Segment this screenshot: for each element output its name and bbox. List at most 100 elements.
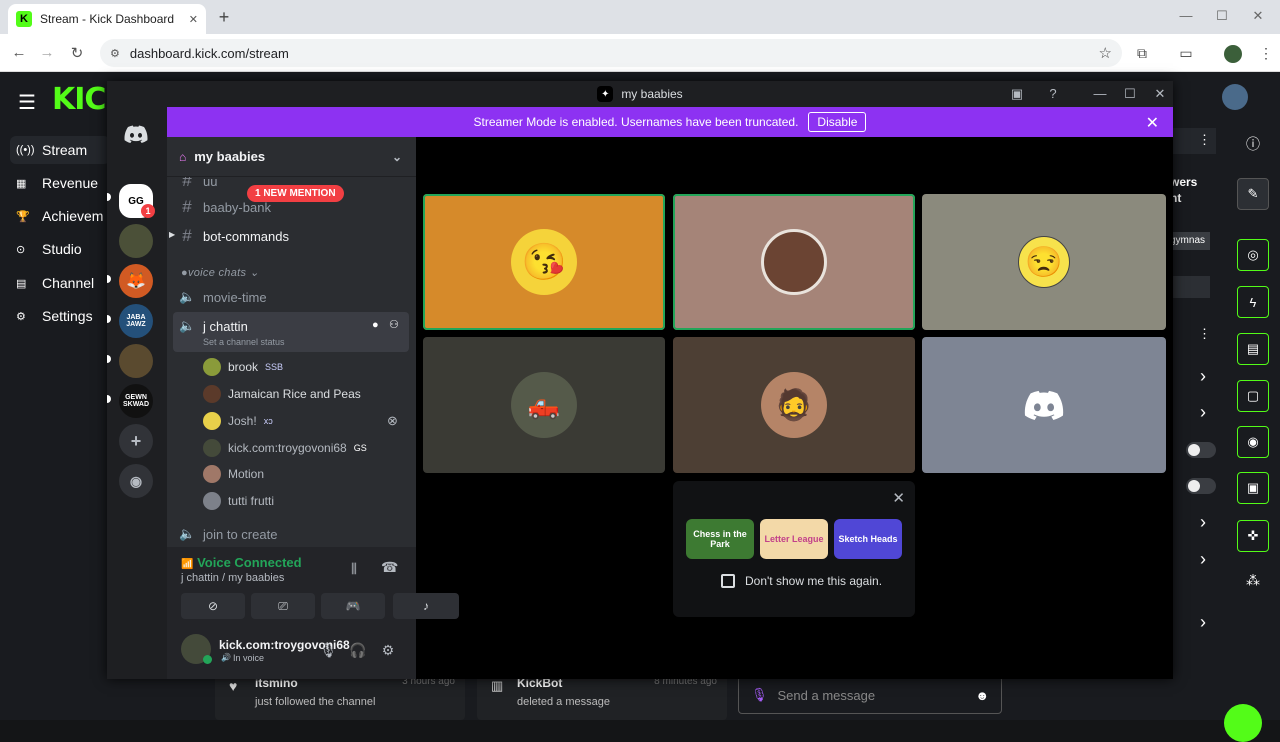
wrench-icon[interactable]: ✜ (1237, 520, 1269, 552)
voice-user[interactable]: kick.com:troygovoni68 GS (203, 437, 403, 459)
back-icon[interactable]: ← (10, 44, 28, 61)
activity-chess[interactable]: Chess in the Park (686, 519, 754, 559)
discord-home-icon[interactable] (119, 117, 153, 151)
chat-message-input[interactable]: 🎙 Send a message ☻ (738, 676, 1002, 714)
browser-tab[interactable]: K Stream - Kick Dashboard ✕ (8, 4, 206, 34)
chat-icon[interactable]: ▢ (1237, 380, 1269, 412)
kick-nav-item[interactable]: ⊙ Studio (10, 235, 110, 263)
soundboard-button[interactable]: ♪ (393, 593, 459, 619)
minimize-icon[interactable]: — (1092, 86, 1108, 101)
activity-letter-league[interactable]: Letter League (760, 519, 828, 559)
checkbox[interactable] (721, 574, 735, 588)
new-tab-button[interactable]: + (214, 7, 234, 28)
server-item[interactable]: JABA JAWZ (119, 304, 153, 338)
forward-icon[interactable]: → (38, 44, 56, 61)
community-icon[interactable]: ⁂ (1246, 572, 1260, 589)
emoji-icon[interactable]: ☻ (975, 688, 989, 703)
screen-share-button[interactable]: ⎚ (251, 593, 315, 619)
chevron-right-icon[interactable]: › (1200, 512, 1206, 533)
voice-user[interactable]: Jamaican Rice and Peas (203, 383, 403, 405)
server-item[interactable]: GEWN SKWAD (119, 384, 153, 418)
voice-user[interactable]: brook SSB (203, 356, 403, 378)
chevron-right-icon[interactable]: › (1200, 549, 1206, 570)
voice-user[interactable]: Josh! xɔ (203, 410, 403, 432)
camera-off-button[interactable]: ⊘ (181, 593, 245, 619)
window-close-icon[interactable]: ✕ (1248, 8, 1268, 24)
toggle-switch[interactable] (1186, 478, 1216, 494)
address-bar[interactable]: ⚙ dashboard.kick.com/stream ☆ (100, 39, 1122, 67)
help-bubble-icon[interactable] (1224, 704, 1262, 742)
info-icon[interactable]: ⓘ (1246, 134, 1260, 154)
cast-icon[interactable]: ▭ (1178, 45, 1194, 61)
bookmark-star-icon[interactable]: ☆ (1099, 44, 1112, 62)
extensions-icon[interactable]: ⧉ (1134, 45, 1150, 61)
activities-button[interactable]: 🎮 (321, 593, 385, 619)
participant-tile[interactable] (673, 194, 915, 330)
voice-channel[interactable]: 🔈 join to create (179, 522, 409, 546)
dont-show-option[interactable]: Don't show me this again. (721, 574, 882, 588)
discover-icon[interactable]: ◉ (119, 464, 153, 498)
toggle-switch[interactable] (1186, 442, 1216, 458)
server-item[interactable]: 🦊 (119, 264, 153, 298)
disconnect-icon[interactable]: ☎ (381, 559, 398, 576)
lightning-icon[interactable]: ϟ (1237, 286, 1269, 318)
help-icon[interactable]: ? (1045, 86, 1061, 101)
chevron-right-icon[interactable]: › (1200, 366, 1206, 387)
server-header[interactable]: ⌂ my baabies ⌄ (167, 137, 416, 177)
participant-tile[interactable] (922, 337, 1166, 473)
kick-nav-item[interactable]: ▤ Channel (10, 269, 110, 297)
reload-icon[interactable]: ↻ (68, 44, 86, 62)
disable-button[interactable]: Disable (808, 112, 867, 132)
headphones-icon[interactable]: 🎧 (349, 642, 367, 659)
maximize-icon[interactable]: ☐ (1122, 86, 1138, 102)
kick-nav-item[interactable]: 🏆 Achievem (10, 202, 110, 230)
layout-icon[interactable]: ▣ (1237, 472, 1269, 504)
close-icon[interactable]: ✕ (1152, 86, 1168, 102)
participant-tile[interactable]: 🧔 (673, 337, 915, 473)
chevron-right-icon[interactable]: › (1200, 612, 1206, 633)
server-item[interactable] (119, 344, 153, 378)
invite-icon[interactable]: ⚇ (389, 318, 399, 331)
kick-nav-item[interactable]: ((•)) Stream (10, 136, 110, 164)
activity-sketch-heads[interactable]: Sketch Heads (834, 519, 902, 559)
channel-status[interactable]: Set a channel status (203, 337, 285, 347)
new-mention-badge[interactable]: 1 NEW MENTION (247, 185, 344, 202)
kick-nav-item[interactable]: ▦ Revenue (10, 169, 110, 197)
soundwave-icon[interactable]: ⫼ (351, 561, 357, 577)
minimize-icon[interactable]: — (1176, 8, 1196, 23)
voice-channel[interactable]: 🔈 movie-time (179, 285, 409, 309)
voice-location[interactable]: j chattin / my baabies (181, 572, 284, 584)
add-server-icon[interactable]: + (119, 424, 153, 458)
participant-tile[interactable]: 🛻 (423, 337, 665, 473)
browser-menu-icon[interactable]: ⋮ (1258, 45, 1274, 61)
maximize-icon[interactable]: ☐ (1212, 8, 1232, 24)
camera-icon[interactable]: ◎ (1237, 239, 1269, 271)
close-icon[interactable]: ✕ (1146, 113, 1159, 133)
profile-avatar[interactable] (1224, 45, 1242, 63)
user-settings-icon[interactable]: ⚙ (379, 642, 397, 659)
chevron-right-icon[interactable]: › (1200, 402, 1206, 423)
close-icon[interactable]: ✕ (892, 489, 905, 507)
mic-icon[interactable]: 🎙 (319, 642, 337, 659)
menu-icon[interactable]: ☰ (18, 90, 36, 115)
voice-connected-status[interactable]: 📶 Voice Connected (181, 555, 302, 570)
voice-user[interactable]: Motion (203, 463, 403, 485)
kick-avatar[interactable] (1222, 84, 1248, 110)
notes-icon[interactable]: ▤ (1237, 333, 1269, 365)
panel-menu-icon[interactable]: ⋮ (1198, 132, 1211, 148)
broadcast-icon[interactable]: ◉ (1237, 426, 1269, 458)
channel-item[interactable]: # bot-commands (179, 224, 409, 248)
category-header[interactable]: ●voice chats ⌄ (181, 266, 259, 279)
participant-tile[interactable]: 😘 (423, 194, 665, 330)
inbox-icon[interactable]: ▣ (1009, 86, 1025, 102)
edit-icon[interactable]: ✎ (1237, 178, 1269, 210)
panel-menu-icon-2[interactable]: ⋮ (1198, 326, 1211, 342)
participant-tile[interactable]: 😒 (922, 194, 1166, 330)
site-info-icon[interactable]: ⚙ (110, 47, 120, 60)
kick-nav-item[interactable]: ⚙ Settings (10, 302, 110, 330)
chat-bubble-icon[interactable]: ● (372, 319, 379, 331)
server-item[interactable] (119, 224, 153, 258)
tab-close-icon[interactable]: ✕ (189, 13, 198, 26)
voice-user[interactable]: tutti frutti (203, 490, 403, 512)
mic-icon[interactable]: 🎙 (751, 687, 768, 703)
